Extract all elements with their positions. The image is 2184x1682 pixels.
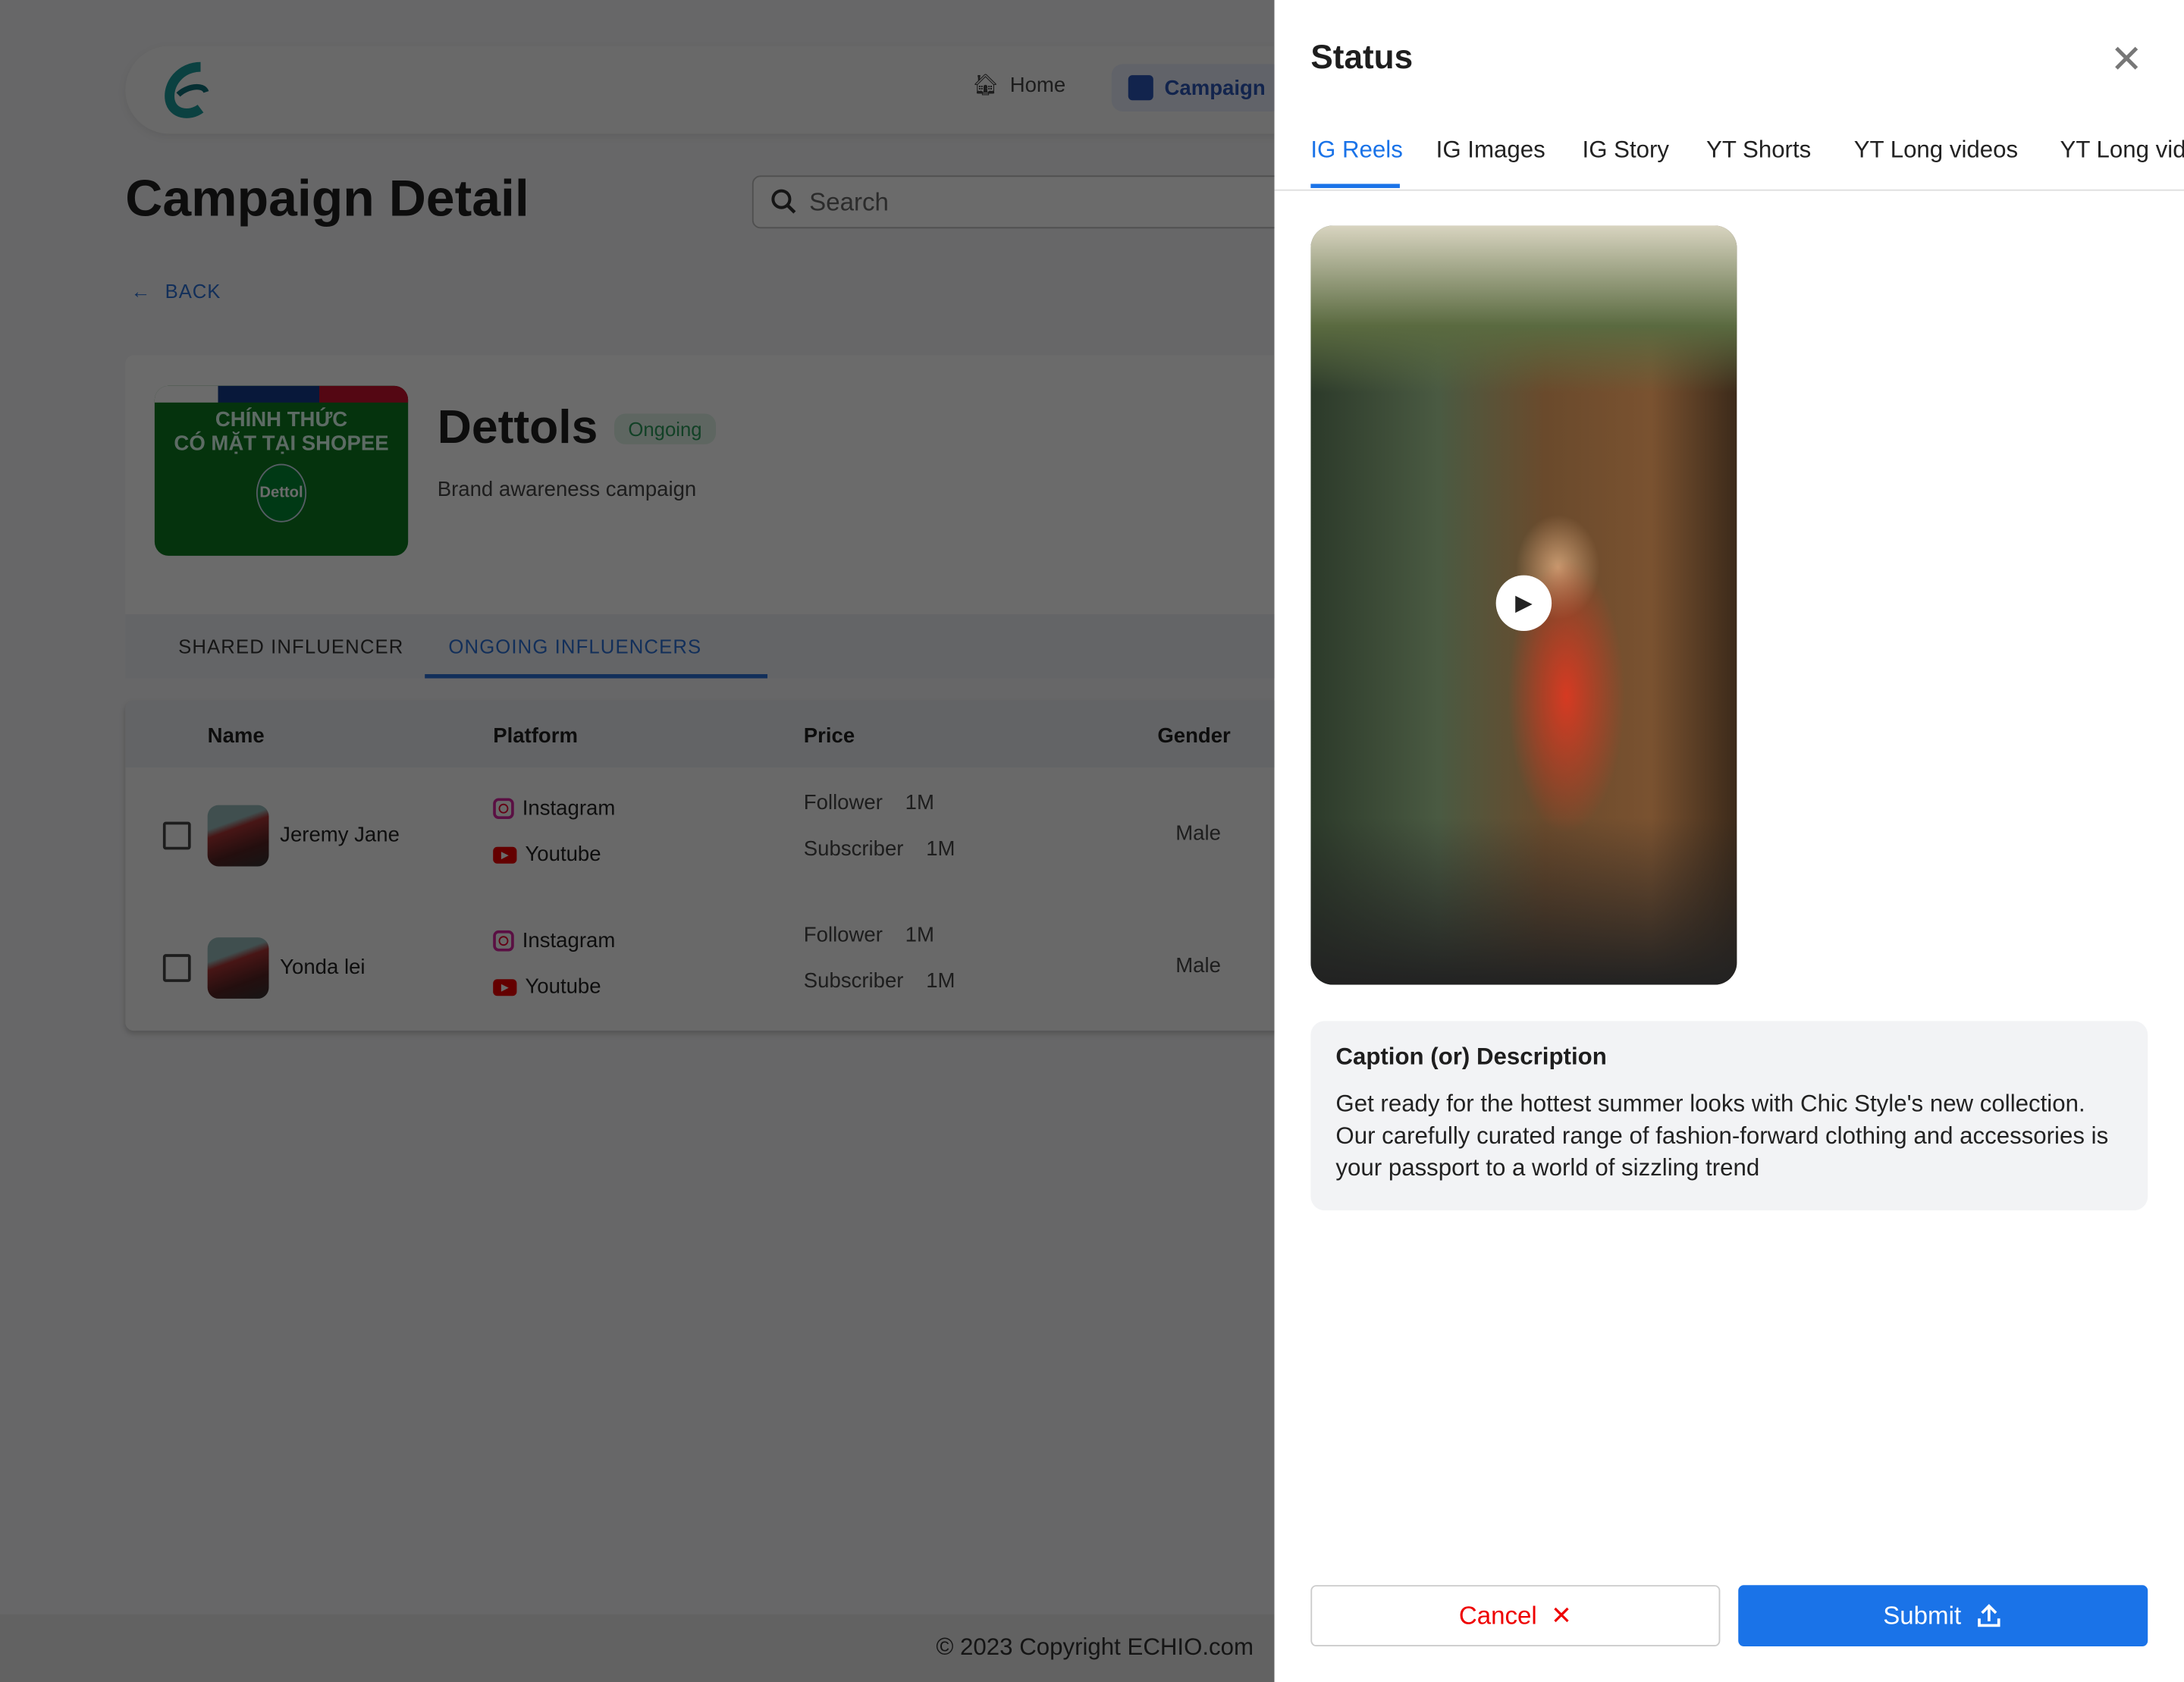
close-icon[interactable]: ✕ <box>2110 36 2143 83</box>
back-button[interactable]: ← BACK <box>131 280 221 302</box>
platform-label: Instagram <box>522 796 616 821</box>
status-badge: Ongoing <box>613 413 716 444</box>
row-checkbox[interactable] <box>162 821 191 850</box>
back-label: BACK <box>165 280 221 303</box>
price-value: 1M <box>905 791 934 815</box>
modal-backdrop[interactable]: 🏠︎ Home Campaign Campaign Detail Search ←… <box>0 0 1275 1682</box>
drawer-title: Status <box>1310 39 1414 77</box>
column-header-name: Name <box>207 724 265 748</box>
gender: Male <box>1175 821 1221 846</box>
caption-text: Get ready for the hottest summer looks w… <box>1335 1090 2109 1181</box>
platform-label: Youtube <box>525 843 601 867</box>
column-header-gender: Gender <box>1157 724 1231 748</box>
caption-heading: Caption (or) Description <box>1335 1043 1607 1070</box>
tab-yt-shorts[interactable]: YT Shorts <box>1706 137 1811 165</box>
tab-ongoing-influencers[interactable]: ONGOING INFLUENCERS <box>448 635 701 657</box>
avatar <box>207 937 269 999</box>
active-tab-indicator <box>425 673 768 679</box>
search-input[interactable]: Search <box>752 175 1275 229</box>
gender: Male <box>1175 954 1221 978</box>
tab-ig-images[interactable]: IG Images <box>1436 137 1545 165</box>
search-placeholder: Search <box>809 187 889 215</box>
avatar <box>207 805 269 867</box>
caption-box: Caption (or) Description Get ready for t… <box>1310 1021 2148 1211</box>
price-label: Subscriber <box>803 969 904 993</box>
app: 🏠︎ Home Campaign Campaign Detail Search ←… <box>0 0 2184 1682</box>
status-drawer: Status ✕ IG Reels IG Images IG Story YT … <box>1274 0 2184 1682</box>
thumb-text: CÓ MẶT TẠI SHOPEE <box>174 431 389 456</box>
platform-youtube: ▶ Youtube <box>493 843 601 866</box>
cancel-label: Cancel <box>1458 1601 1537 1630</box>
instagram-icon <box>493 930 514 952</box>
platform-youtube: ▶ Youtube <box>493 975 601 999</box>
tab-shared-influencer[interactable]: SHARED INFLUENCER <box>178 635 403 657</box>
tab-ig-story[interactable]: IG Story <box>1583 137 1670 165</box>
instagram-icon <box>493 798 514 819</box>
price-value: 1M <box>926 836 956 861</box>
influencer-table: Name Platform Price Gender Jeremy Jane I… <box>125 700 1275 1031</box>
nav-home-label: Home <box>1009 73 1066 97</box>
thumb-text: CHÍNH THỨC <box>215 408 348 432</box>
subscriber-price: Subscriber 1M <box>804 837 956 861</box>
submit-button[interactable]: Submit <box>1738 1585 2148 1647</box>
platform-label: Youtube <box>525 974 601 999</box>
tab-ig-reels[interactable]: IG Reels <box>1310 137 1402 165</box>
youtube-icon: ▶ <box>493 978 517 996</box>
campaign-description: Brand awareness campaign <box>437 477 697 502</box>
campaign-name: Dettols <box>437 400 598 454</box>
price-label: Follower <box>803 923 883 947</box>
close-icon: ✕ <box>1551 1601 1572 1630</box>
table-header: Name Platform Price Gender <box>125 700 1275 768</box>
play-icon[interactable]: ▶ <box>1495 575 1552 632</box>
search-icon <box>771 189 796 214</box>
nav-campaign[interactable]: Campaign <box>1111 64 1275 111</box>
thumb-brand: Dettol <box>256 463 307 522</box>
row-checkbox[interactable] <box>162 954 191 982</box>
price-label: Follower <box>803 791 883 815</box>
upload-icon <box>1978 1604 2000 1627</box>
page-title: Campaign Detail <box>125 170 529 228</box>
column-header-price: Price <box>803 724 855 748</box>
follower-price: Follower 1M <box>804 791 934 814</box>
platform-label: Instagram <box>522 929 616 953</box>
nav-home[interactable]: 🏠︎ Home <box>972 73 1066 98</box>
reel-video-thumbnail[interactable]: ▶ <box>1310 225 1737 985</box>
platform-instagram: Instagram <box>493 929 615 952</box>
influencer-name[interactable]: Jeremy Jane <box>280 824 400 847</box>
price-value: 1M <box>926 969 956 993</box>
campaign-thumbnail: CHÍNH THỨC CÓ MẶT TẠI SHOPEE Dettol <box>154 385 409 556</box>
submit-label: Submit <box>1883 1601 1962 1630</box>
youtube-icon: ▶ <box>493 846 517 863</box>
price-value: 1M <box>905 923 934 947</box>
follower-price: Follower 1M <box>804 924 934 947</box>
nav-campaign-label: Campaign <box>1164 76 1266 100</box>
home-icon: 🏠︎ <box>972 74 999 98</box>
tab-yt-long-videos-2[interactable]: YT Long videos <box>2060 137 2184 165</box>
copyright: © 2023 Copyright ECHIO.com <box>936 1633 1254 1661</box>
price-label: Subscriber <box>803 836 904 861</box>
tab-yt-long-videos[interactable]: YT Long videos <box>1854 137 2018 165</box>
checklist-icon <box>1128 75 1153 101</box>
active-tab-indicator <box>1310 184 1400 188</box>
top-navbar <box>125 46 1275 134</box>
content-type-tabs: IG Reels IG Images IG Story YT Shorts YT… <box>1274 133 2184 191</box>
platform-instagram: Instagram <box>493 797 615 821</box>
arrow-left-icon: ← <box>130 280 152 303</box>
column-header-platform: Platform <box>493 724 578 748</box>
influencer-name[interactable]: Yonda lei <box>280 956 365 979</box>
subscriber-price: Subscriber 1M <box>804 969 956 993</box>
echio-logo-icon[interactable] <box>158 58 222 122</box>
cancel-button[interactable]: Cancel ✕ <box>1310 1585 1721 1647</box>
